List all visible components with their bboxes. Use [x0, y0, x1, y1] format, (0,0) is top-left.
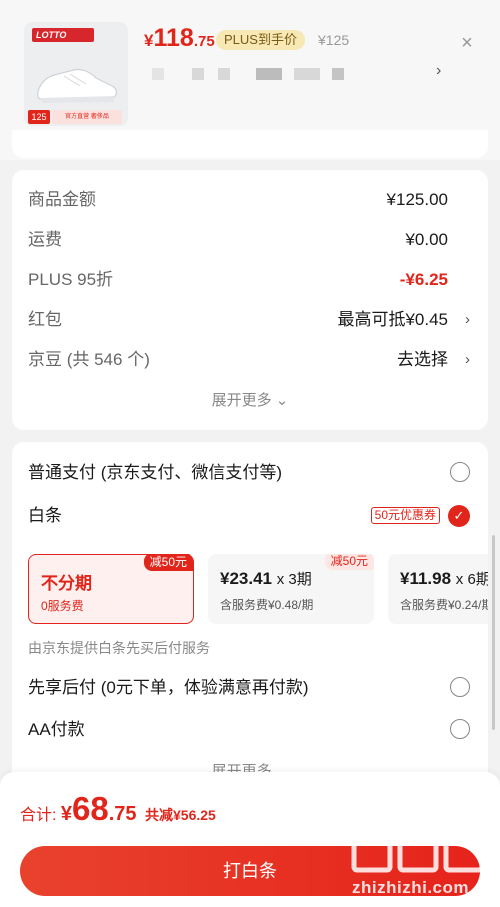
plus-price-tag: PLUS到手价: [216, 30, 305, 50]
plan-6-periods[interactable]: ¥11.98 x 6期 含服务费¥0.24/期: [388, 554, 488, 624]
plan-title: ¥11.98 x 6期: [400, 568, 488, 589]
plan-amount: ¥23.41: [220, 569, 272, 588]
scrollbar[interactable]: [492, 535, 495, 730]
fee-row-plus-discount: PLUS 95折 -¥6.25: [28, 268, 458, 292]
total-currency: ¥: [60, 803, 73, 825]
baitiao-note: 由京东提供白条先买后付服务: [28, 640, 210, 656]
radio-unchecked-icon[interactable]: [450, 677, 470, 697]
plus-price: ¥118.75: [144, 24, 215, 53]
chevron-right-icon[interactable]: ›: [436, 62, 441, 80]
coupon-badge: 50元优惠券: [370, 507, 440, 524]
brand-logo: LOTTO: [32, 28, 94, 42]
blurred-sku: [256, 68, 282, 80]
pay-option-label: 普通支付 (京东支付、微信支付等): [28, 463, 283, 482]
discount-badge: 减50元: [143, 554, 193, 571]
watermark-text: zhizhizhi.com: [352, 878, 469, 897]
plan-title: ¥23.41 x 3期: [220, 568, 312, 589]
fee-value: -¥6.25: [399, 270, 448, 289]
fee-row-jingdou[interactable]: 京豆 (共 546 个) 去选择 ›: [28, 348, 470, 372]
pay-option-aa[interactable]: AA付款: [28, 717, 474, 743]
fee-label: 京豆 (共 546 个): [28, 350, 150, 369]
fee-row-goods: 商品金额 ¥125.00: [28, 188, 458, 212]
radio-unchecked-icon[interactable]: [450, 719, 470, 739]
sku-selector[interactable]: [152, 64, 452, 84]
plan-periods: x 6期: [455, 571, 488, 588]
thumb-price-tag: 125: [28, 110, 50, 124]
pay-option-baitiao[interactable]: 白条 50元优惠券 ✓: [28, 503, 474, 529]
fee-label: 运费: [28, 230, 62, 249]
fee-value: 去选择: [397, 350, 448, 369]
discount-badge: 减50元: [324, 554, 374, 570]
total-label: 合计:: [20, 807, 57, 824]
blurred-sku: [218, 68, 230, 80]
plan-no-installment[interactable]: 减50元 不分期 0服务费: [28, 554, 194, 624]
radio-checked-icon[interactable]: ✓: [448, 505, 470, 527]
plan-amount: ¥11.98: [400, 569, 452, 588]
fee-label: 红包: [28, 310, 62, 329]
blurred-sku: [152, 68, 164, 80]
thumb-promo: 官方直营 奢侈品: [52, 110, 122, 124]
plan-title: 不分期: [41, 574, 92, 593]
total-integer: 68: [72, 790, 109, 827]
product-thumbnail[interactable]: LOTTO 125 官方直营 奢侈品: [24, 22, 128, 126]
price-decimal: .75: [193, 33, 215, 50]
fee-summary-card: 商品金额 ¥125.00 运费 ¥0.00 PLUS 95折 -¥6.25 红包…: [12, 170, 488, 430]
expand-more-link[interactable]: 展开更多 ⌄: [12, 389, 488, 410]
total-decimal: .75: [108, 803, 137, 825]
blurred-sku: [192, 68, 204, 80]
total-saved: 共减¥56.25: [145, 807, 216, 823]
fee-value: ¥125.00: [386, 190, 448, 209]
plan-3-periods[interactable]: 减50元 ¥23.41 x 3期 含服务费¥0.48/期: [208, 554, 374, 624]
header-card-bottom: [12, 130, 488, 158]
fee-value: 最高可抵¥0.45: [337, 310, 448, 329]
blurred-sku: [332, 68, 344, 80]
fee-row-red-packet[interactable]: 红包 最高可抵¥0.45 ›: [28, 308, 470, 332]
fee-label: PLUS 95折: [28, 270, 114, 289]
pay-option-label: AA付款: [28, 720, 85, 739]
pay-option-label: 白条: [28, 506, 62, 525]
fee-row-shipping: 运费 ¥0.00: [28, 228, 458, 252]
sneaker-image: [37, 68, 118, 103]
blurred-sku: [294, 68, 320, 80]
pay-option-xianxiang[interactable]: 先享后付 (0元下单，体验满意再付款): [28, 675, 474, 701]
pay-option-label: 先享后付 (0元下单，体验满意再付款): [28, 678, 309, 697]
radio-unchecked-icon[interactable]: [450, 462, 470, 482]
plan-fee: 0服务费: [41, 599, 84, 613]
plan-periods: x 3期: [276, 571, 312, 588]
chevron-right-icon: ›: [465, 311, 470, 328]
plan-fee: 含服务费¥0.24/期: [400, 598, 488, 612]
plan-fee: 含服务费¥0.48/期: [220, 598, 314, 612]
total-price: 合计: ¥68.75 共减¥56.25: [20, 790, 216, 828]
fee-value: ¥0.00: [405, 230, 448, 249]
pay-option-normal[interactable]: 普通支付 (京东支付、微信支付等): [28, 460, 474, 486]
original-price: ¥125: [318, 32, 350, 48]
chevron-right-icon: ›: [465, 351, 470, 368]
fee-label: 商品金额: [28, 190, 96, 209]
payment-method-card: 普通支付 (京东支付、微信支付等) 白条 50元优惠券 ✓ 减50元 不分期 0…: [12, 442, 488, 802]
price-integer: 118: [153, 24, 194, 52]
installment-plans: 减50元 不分期 0服务费 减50元 ¥23.41 x 3期 含服务费¥0.48…: [28, 554, 488, 626]
close-icon[interactable]: ×: [456, 32, 478, 54]
